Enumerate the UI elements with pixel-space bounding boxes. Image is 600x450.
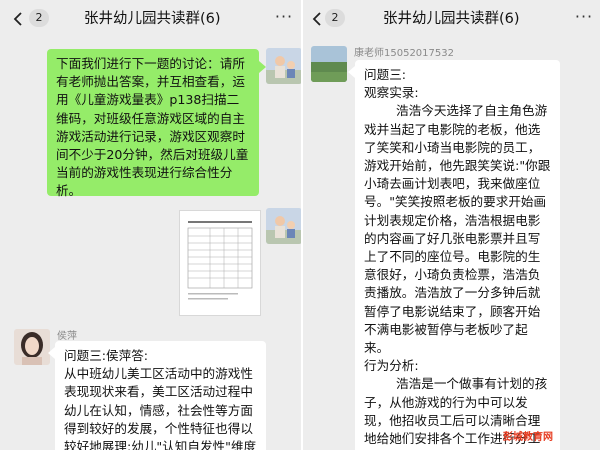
document-thumbnail-icon [187,221,253,300]
avatar-self[interactable] [266,208,302,244]
chat-title: 张井幼儿园共读群(6) [84,11,221,27]
sender-name: 侯萍 [57,331,77,342]
back-arrow-icon[interactable] [10,10,28,28]
message-bubble[interactable]: 问题三:侯萍答: 从中班幼儿美工区活动中的游戏性表现现状来看，美工区活动过程中幼… [55,341,266,450]
avatar-photo-icon [14,329,50,365]
shared-document-image[interactable] [179,210,261,316]
sender-name: 康老师15052017532 [354,48,454,59]
more-options-icon[interactable]: ··· [273,8,295,28]
avatar-self[interactable] [266,48,302,84]
screenshot-root: 2 张井幼儿园共读群(6) ··· 下面我们进行下一题的讨论：请所有老师抛出答案… [0,0,600,450]
avatar-photo-icon [311,46,347,82]
avatar-kang[interactable] [311,46,347,82]
message-bubble-own[interactable]: 下面我们进行下一题的讨论：请所有老师抛出答案，并互相查看，运用《儿童游戏量表》p… [47,49,259,198]
bubble-tail [348,66,355,78]
chat-header: 2 张井幼儿园共读群(6) ··· [303,0,600,38]
left-chat-panel: 2 张井幼儿园共读群(6) ··· 下面我们进行下一题的讨论：请所有老师抛出答案… [0,0,303,450]
chat-header: 2 张井幼儿园共读群(6) ··· [0,0,303,38]
avatar-houping[interactable] [14,329,50,365]
unread-badge: 2 [29,9,49,27]
bubble-tail [259,61,266,73]
more-options-icon[interactable]: ··· [573,8,595,28]
unread-badge: 2 [325,9,345,27]
right-chat-panel: 2 张井幼儿园共读群(6) ··· 康老师15052017532 问题三: 观察… [303,0,600,450]
watermark-logo: 彭城教育网 [503,432,553,443]
avatar-photo-icon [266,48,302,84]
bubble-tail [48,347,55,359]
chat-title: 张井幼儿园共读群(6) [383,11,520,27]
avatar-photo-icon [266,208,302,244]
message-bubble[interactable]: 问题三: 观察实录: 浩浩今天选择了自主角色游戏并当起了电影院的老板，他选了笑笑… [355,60,560,450]
